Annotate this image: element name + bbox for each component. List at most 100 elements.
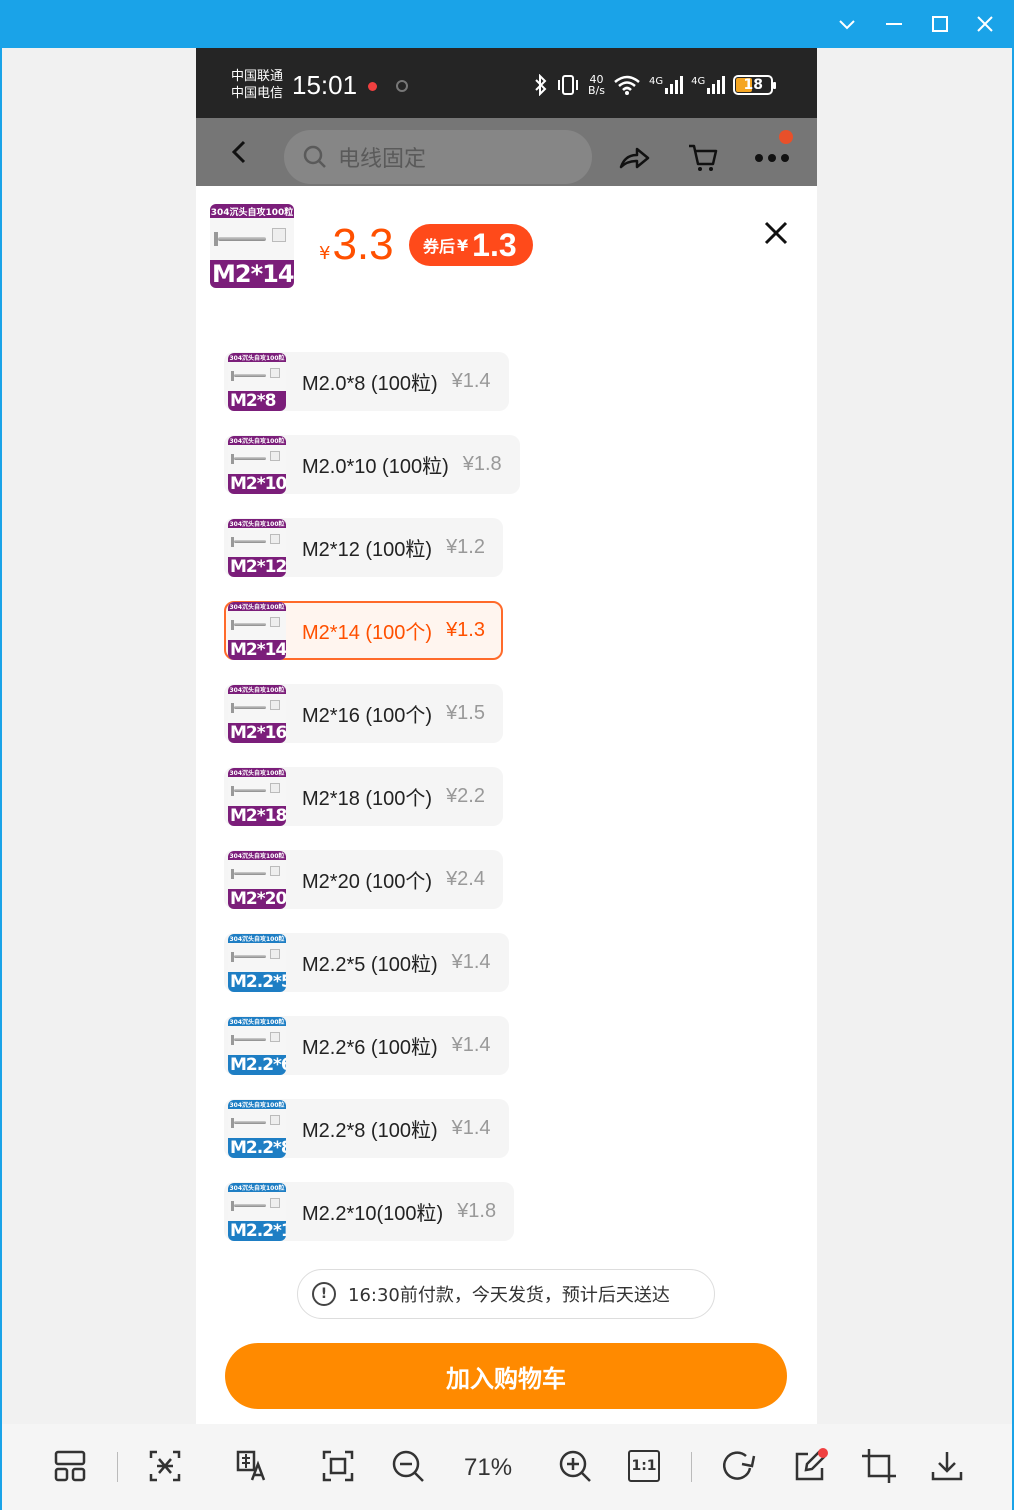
sku-price: ¥2.4 (446, 868, 485, 890)
maximize-icon[interactable] (924, 8, 956, 40)
bluetooth-icon (535, 74, 547, 96)
sku-price: ¥2.2 (446, 785, 485, 807)
sku-option[interactable]: 304沉头自攻100粒 M2.2*5 M2.2*5 (100粒) ¥1.4 (224, 933, 509, 992)
cart-icon[interactable] (683, 138, 723, 178)
collapse-icon[interactable] (831, 8, 863, 40)
search-bar[interactable]: 电线固定 (284, 130, 592, 184)
sku-option[interactable]: 304沉头自攻100粒 M2*10 M2.0*10 (100粒) ¥1.8 (224, 435, 520, 494)
price-currency: ¥ (319, 243, 331, 264)
sku-thumb-header: 304沉头自攻100粒 (228, 933, 286, 943)
sku-thumb-header: 304沉头自攻100粒 (228, 850, 286, 860)
sku-option[interactable]: 304沉头自攻100粒 M2*16 M2*16 (100个) ¥1.5 (224, 684, 503, 743)
thumb-image (210, 218, 294, 260)
edit-icon[interactable] (788, 1444, 832, 1488)
sku-thumb-label: M2.2*10 (228, 1220, 286, 1241)
sku-thumb-image (228, 361, 286, 391)
toolbar-separator (117, 1452, 118, 1482)
sku-option[interactable]: 304沉头自攻100粒 M2.2*8 M2.2*8 (100粒) ¥1.4 (224, 1099, 509, 1158)
coupon-price-badge: 券后 ¥ 1.3 (409, 224, 533, 266)
battery-icon: 18 (733, 75, 777, 95)
notification-dot (779, 130, 793, 144)
sku-option[interactable]: 304沉头自攻100粒 M2.2*6 M2.2*6 (100粒) ¥1.4 (224, 1016, 509, 1075)
sku-option[interactable]: 304沉头自攻100粒 M2*20 M2*20 (100个) ¥2.4 (224, 850, 503, 909)
close-sheet-icon[interactable] (761, 218, 791, 248)
sku-thumb-image (228, 693, 286, 723)
sku-thumbnail: 304沉头自攻100粒 M2*8 (228, 352, 286, 411)
crop-icon[interactable] (857, 1444, 901, 1488)
sku-selection-sheet: 304沉头自攻100粒 M2*14 ¥ 3.3 券后 ¥ 1.3 304沉头自攻… (196, 186, 817, 1424)
battery-level: 18 (743, 77, 763, 93)
zoom-out-icon[interactable] (386, 1444, 430, 1488)
sku-price: ¥1.4 (451, 1117, 491, 1139)
sku-name: M2.2*5 (100粒) (302, 954, 438, 976)
delivery-notice: ! 16:30前付款，今天发货，预计后天送达 (297, 1269, 715, 1319)
sku-thumb-image (228, 859, 286, 889)
search-placeholder: 电线固定 (338, 147, 427, 172)
sku-thumbnail: 304沉头自攻100粒 M2.2*6 (228, 1016, 286, 1075)
share-icon[interactable] (614, 138, 654, 178)
zoom-in-icon[interactable] (553, 1444, 597, 1488)
sku-price: ¥1.8 (462, 453, 502, 475)
more-icon[interactable] (752, 138, 792, 178)
back-icon[interactable] (224, 136, 256, 168)
sku-thumb-image (228, 1108, 286, 1138)
download-icon[interactable] (925, 1444, 969, 1488)
sku-thumb-image (228, 1025, 286, 1055)
sku-option[interactable]: 304沉头自攻100粒 M2.2*10 M2.2*10(100粒) ¥1.8 (224, 1182, 515, 1241)
sku-thumb-label: M2*14 (228, 639, 286, 660)
sku-thumb-image (228, 610, 286, 640)
rotate-icon[interactable] (717, 1444, 761, 1488)
sku-row: 304沉头自攻100粒 M2*14 M2*14 (100个) ¥1.3 (224, 601, 784, 684)
coupon-currency: ¥ (457, 235, 469, 255)
sku-thumbnail: 304沉头自攻100粒 M2*12 (228, 518, 286, 577)
wifi-icon (614, 75, 640, 95)
sku-thumbnail: 304沉头自攻100粒 M2.2*5 (228, 933, 286, 992)
sku-price: ¥1.4 (451, 370, 491, 392)
text-recognition-icon[interactable] (143, 1444, 187, 1488)
sku-thumb-label: M2*12 (228, 556, 286, 577)
sku-price: ¥1.5 (446, 702, 485, 724)
add-to-cart-button[interactable]: 加入购物车 (225, 1343, 787, 1409)
sku-thumb-header: 304沉头自攻100粒 (228, 767, 286, 777)
status-icons: 40 B/s 4G 4G 18 (534, 70, 777, 100)
sku-thumb-header: 304沉头自攻100粒 (228, 518, 286, 528)
sku-row: 304沉头自攻100粒 M2.2*6 M2.2*6 (100粒) ¥1.4 (224, 1016, 784, 1099)
selected-product-thumbnail: 304沉头自攻100粒 M2*14 (210, 204, 294, 288)
sku-row: 304沉头自攻100粒 M2*18 M2*18 (100个) ¥2.2 (224, 767, 784, 850)
sku-thumb-label: M2*20 (228, 888, 286, 909)
price: ¥ 3.3 (319, 220, 394, 270)
thumb-header: 304沉头自攻100粒 (210, 204, 294, 218)
sku-price: ¥1.4 (451, 1034, 491, 1056)
sku-thumb-image (228, 942, 286, 972)
sku-thumbnail: 304沉头自攻100粒 M2*18 (228, 767, 286, 826)
sku-option[interactable]: 304沉头自攻100粒 M2*14 M2*14 (100个) ¥1.3 (224, 601, 503, 660)
sku-price: ¥1.2 (446, 536, 485, 558)
sku-row: 304沉头自攻100粒 M2*12 M2*12 (100粒) ¥1.2 (224, 518, 784, 601)
viewer-titlebar (0, 0, 1014, 48)
sku-option[interactable]: 304沉头自攻100粒 M2*18 M2*18 (100个) ¥2.2 (224, 767, 503, 826)
sku-row: 304沉头自攻100粒 M2*16 M2*16 (100个) ¥1.5 (224, 684, 784, 767)
signal-2-label: 4G (691, 76, 706, 87)
toolbar-separator (691, 1452, 692, 1482)
translate-icon[interactable] (230, 1444, 274, 1488)
signal-1-label: 4G (648, 76, 664, 87)
fit-screen-icon[interactable] (316, 1444, 360, 1488)
sku-name: M2*16 (100个) (302, 705, 433, 727)
sku-option[interactable]: 304沉头自攻100粒 M2*12 M2*12 (100粒) ¥1.2 (224, 518, 503, 577)
actual-size-label: 1:1 (628, 1450, 660, 1482)
sku-name: M2*12 (100粒) (302, 539, 433, 561)
network-speed: 40 B/s (588, 73, 605, 97)
sku-row: 304沉头自攻100粒 M2*20 M2*20 (100个) ¥2.4 (224, 850, 784, 933)
actual-size-icon[interactable]: 1:1 (622, 1444, 666, 1488)
close-icon[interactable] (969, 8, 1001, 40)
cell-signal-1: 4G (648, 76, 684, 94)
sku-thumb-header: 304沉头自攻100粒 (228, 435, 286, 445)
sku-row: 304沉头自攻100粒 M2.2*5 M2.2*5 (100粒) ¥1.4 (224, 933, 784, 1016)
settings-dot-icon (396, 80, 408, 92)
sku-thumb-image (228, 444, 286, 474)
sku-price: ¥1.4 (451, 951, 491, 973)
gallery-view-icon[interactable] (48, 1444, 92, 1488)
minimize-icon[interactable] (878, 8, 910, 40)
sku-thumb-label: M2.2*5 (228, 971, 286, 992)
sku-option[interactable]: 304沉头自攻100粒 M2*8 M2.0*8 (100粒) ¥1.4 (224, 352, 509, 411)
